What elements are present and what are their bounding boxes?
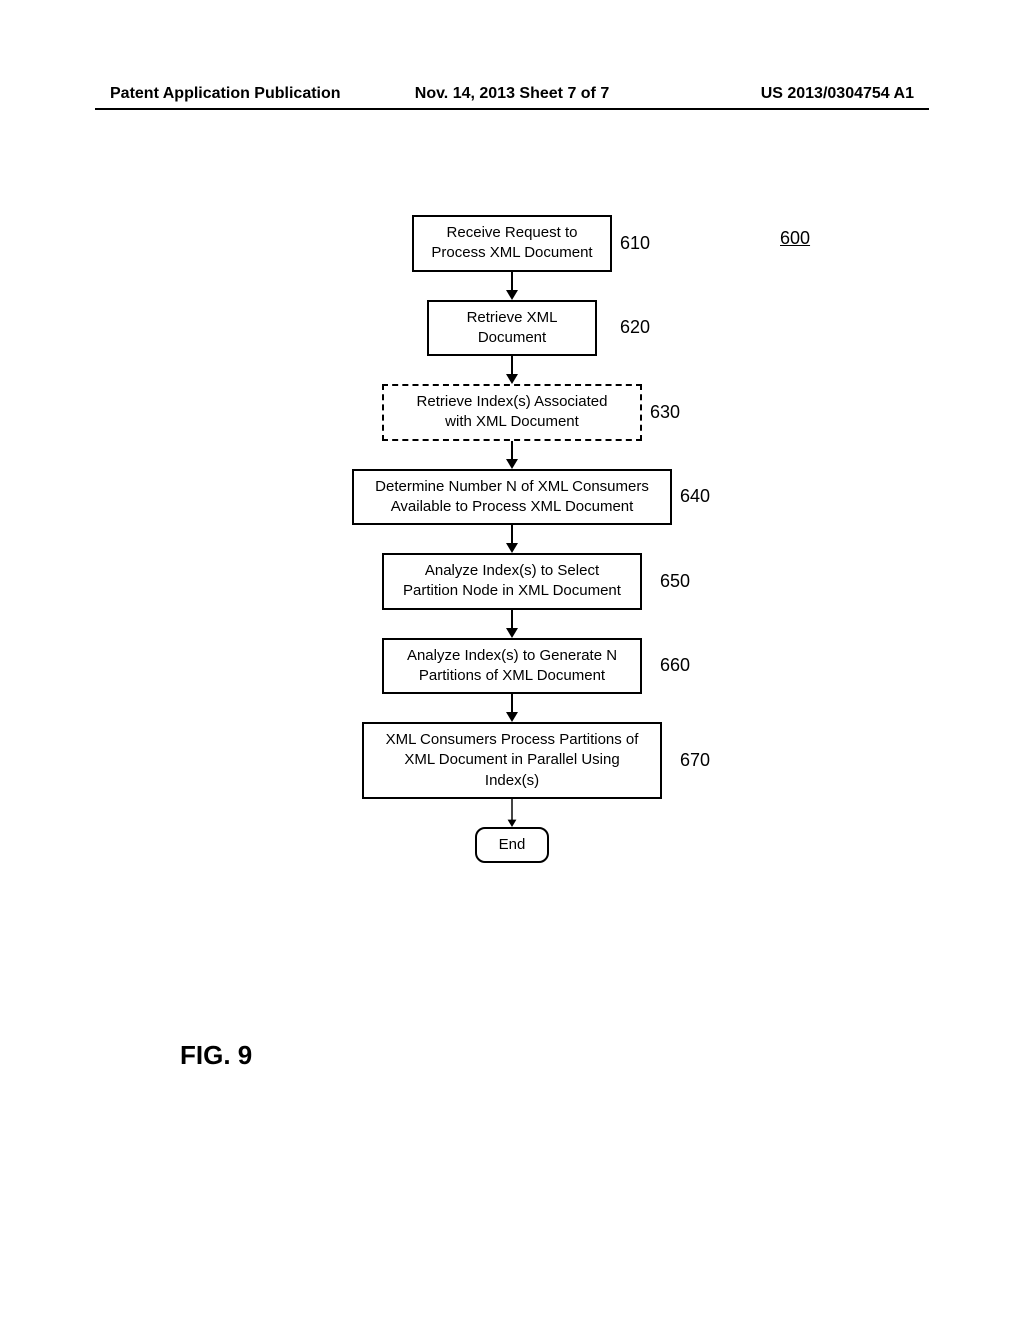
- arrow-640-650: [0, 525, 1024, 553]
- ref-660: 660: [660, 655, 690, 676]
- node-end: End: [475, 827, 550, 863]
- arrow-660-670: [0, 694, 1024, 722]
- header-publication: Patent Application Publication: [110, 85, 341, 103]
- node-610: Receive Request toProcess XML Document: [412, 215, 612, 272]
- figure-label: FIG. 9: [180, 1040, 252, 1071]
- node-620: Retrieve XMLDocument: [427, 300, 597, 357]
- node-640: Determine Number N of XML ConsumersAvail…: [352, 469, 672, 526]
- header-rule: [95, 108, 929, 110]
- header-date-sheet: Nov. 14, 2013 Sheet 7 of 7: [415, 85, 609, 103]
- arrow-630-640: [0, 441, 1024, 469]
- arrow-650-660: [0, 610, 1024, 638]
- arrow-670-end: [0, 799, 1024, 827]
- node-630: Retrieve Index(s) Associatedwith XML Doc…: [382, 384, 642, 441]
- arrow-610-620: [0, 272, 1024, 300]
- arrow-620-630: [0, 356, 1024, 384]
- ref-640: 640: [680, 486, 710, 507]
- ref-630: 630: [650, 402, 680, 423]
- ref-670: 670: [680, 750, 710, 771]
- ref-620: 620: [620, 317, 650, 338]
- header-patent-number: US 2013/0304754 A1: [761, 85, 914, 103]
- node-650: Analyze Index(s) to SelectPartition Node…: [382, 553, 642, 610]
- flowchart: Receive Request toProcess XML Document 6…: [0, 215, 1024, 863]
- ref-610: 610: [620, 233, 650, 254]
- page-header: Patent Application Publication Nov. 14, …: [110, 85, 914, 103]
- ref-650: 650: [660, 571, 690, 592]
- node-670: XML Consumers Process Partitions ofXML D…: [362, 722, 662, 799]
- node-660: Analyze Index(s) to Generate NPartitions…: [382, 638, 642, 695]
